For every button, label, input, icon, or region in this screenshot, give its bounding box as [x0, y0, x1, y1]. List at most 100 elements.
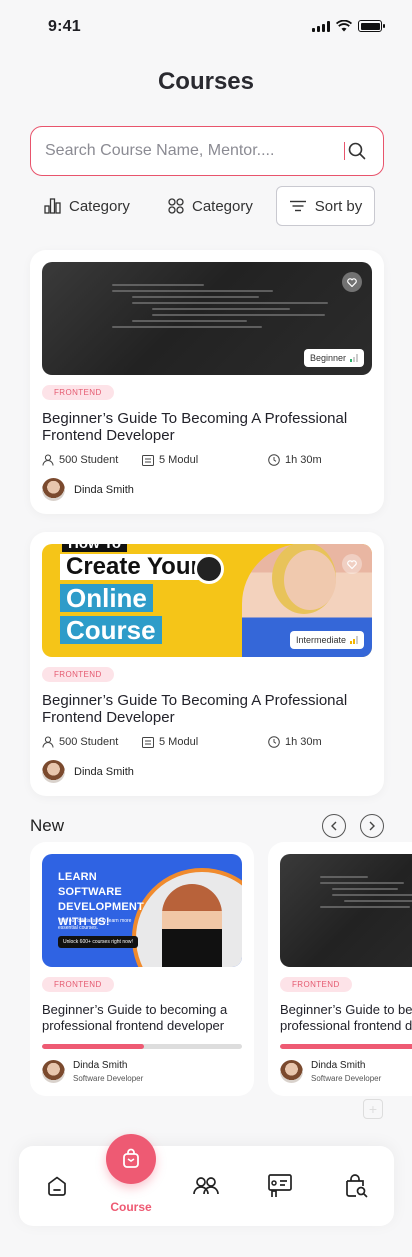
level-label: Intermediate	[295, 635, 346, 645]
avatar	[42, 478, 65, 501]
course-meta: 500 Student 5 Modul 1h 30m	[42, 454, 372, 468]
nav-home-button[interactable]	[43, 1172, 71, 1200]
mentor: Dinda Smith Software Developer	[280, 1060, 381, 1083]
people-icon	[193, 1177, 219, 1195]
duration: 1h 30m	[268, 454, 322, 466]
students-count: 500 Student	[42, 454, 118, 466]
sort-by-label: Sort by	[314, 197, 363, 215]
category-tag: FRONTEND	[280, 977, 352, 992]
new-course-card[interactable]: LEARN SOFTWARE DEVELOPMENT WITH US! Visi…	[30, 842, 254, 1096]
grid-icon	[168, 198, 184, 214]
modules-label: 5 Modul	[159, 736, 199, 748]
status-time: 9:41	[48, 18, 81, 35]
course-card[interactable]: How To Create Your Online Course Interme…	[30, 532, 384, 796]
duration: 1h 30m	[268, 736, 322, 748]
signal-icon	[312, 20, 330, 32]
battery-icon	[358, 20, 385, 32]
category-grid-label: Category	[192, 197, 253, 215]
level-bars-icon	[350, 636, 358, 644]
coffee-cup-illustration	[194, 554, 224, 584]
modules-label: 5 Modul	[159, 454, 199, 466]
level-label: Beginner	[309, 353, 346, 363]
category-grid-button[interactable]: Category	[168, 186, 253, 226]
nav-mentors-button[interactable]	[192, 1172, 220, 1200]
nav-search-button[interactable]	[342, 1172, 370, 1200]
avatar	[42, 1060, 65, 1083]
progress-fill	[280, 1044, 412, 1049]
presentation-board-icon	[268, 1174, 292, 1197]
user-icon	[42, 736, 54, 748]
carousel-prev-button[interactable]	[322, 814, 346, 838]
course-card[interactable]: Beginner FRONTEND Beginner’s Guide To Be…	[30, 250, 384, 514]
page-title: Courses	[157, 68, 255, 95]
home-icon	[48, 1176, 66, 1196]
thumb-text-2: Create Your	[60, 554, 206, 580]
category-filter-label: Category	[69, 197, 130, 215]
chevron-left-icon	[331, 821, 337, 831]
thumb-subtext: Visit our official site to learn more es…	[58, 918, 132, 931]
carousel-next-button[interactable]	[360, 814, 384, 838]
mentor-name: Dinda Smith	[74, 483, 134, 496]
nav-course-label[interactable]: Course	[101, 1200, 161, 1214]
search-input[interactable]	[45, 142, 346, 160]
level-badge: Intermediate	[289, 631, 364, 649]
module-icon	[142, 736, 154, 748]
status-bar: 9:41	[0, 0, 412, 56]
instructor-face	[284, 550, 336, 610]
category-filter-button[interactable]: Category	[44, 186, 130, 226]
new-section-title: New	[30, 816, 65, 835]
new-course-card[interactable]: FRONTEND Beginner’s Guide to becoming a …	[268, 842, 412, 1096]
heart-icon	[347, 277, 357, 287]
nav-classroom-button[interactable]	[266, 1172, 294, 1200]
progress-bar	[42, 1044, 242, 1049]
bottom-nav: Course	[19, 1134, 394, 1226]
progress-bar	[280, 1044, 412, 1049]
search-button[interactable]	[345, 139, 369, 163]
instructor-photo	[162, 884, 222, 967]
duration-label: 1h 30m	[285, 736, 322, 748]
mentor-role: Software Developer	[73, 1074, 144, 1083]
user-icon	[42, 454, 54, 466]
bag-search-icon	[346, 1174, 368, 1198]
status-icons	[312, 20, 385, 32]
filter-row: Category Category Sort by	[30, 186, 384, 226]
modules-count: 5 Modul	[142, 454, 198, 466]
clock-icon	[268, 454, 280, 466]
search-bar[interactable]	[30, 126, 384, 176]
mentor-role: Software Developer	[311, 1074, 382, 1083]
mentor-name: Dinda Smith	[311, 1060, 366, 1071]
favorite-button[interactable]	[342, 554, 362, 574]
code-illustration	[112, 284, 342, 332]
carousel-controls	[322, 814, 384, 838]
course-thumbnail: LEARN SOFTWARE DEVELOPMENT WITH US! Visi…	[42, 854, 242, 967]
mentor-name: Dinda Smith	[74, 765, 134, 778]
nav-course-button[interactable]	[106, 1134, 156, 1184]
sort-by-button[interactable]: Sort by	[276, 186, 375, 226]
category-tag: FRONTEND	[42, 667, 114, 682]
plus-icon: +	[363, 1099, 383, 1119]
course-title[interactable]: Beginner’s Guide to becoming a professio…	[280, 1002, 412, 1034]
mentor-name: Dinda Smith	[73, 1060, 128, 1071]
students-count: 500 Student	[42, 736, 118, 748]
module-icon	[142, 454, 154, 466]
thumb-text-1: How To	[62, 544, 128, 552]
category-tag: FRONTEND	[42, 977, 114, 992]
avatar	[42, 760, 65, 783]
wifi-icon	[336, 20, 352, 32]
thumb-pill: Unlock 600+ courses right now!	[58, 936, 138, 948]
course-thumbnail	[280, 854, 412, 967]
chevron-right-icon	[369, 821, 375, 831]
heart-icon	[347, 559, 357, 569]
course-title[interactable]: Beginner’s Guide To Becoming A Professio…	[42, 692, 372, 726]
course-title[interactable]: Beginner’s Guide to becoming a professio…	[42, 1002, 242, 1034]
avatar	[280, 1060, 303, 1083]
course-title[interactable]: Beginner’s Guide To Becoming A Professio…	[42, 410, 372, 444]
code-illustration	[320, 876, 412, 912]
mentor: Dinda Smith	[42, 760, 134, 783]
duration-label: 1h 30m	[285, 454, 322, 466]
sort-icon	[289, 200, 306, 212]
favorite-button[interactable]	[342, 272, 362, 292]
category-tag: FRONTEND	[42, 385, 114, 400]
students-label: 500 Student	[59, 454, 119, 466]
course-bag-icon	[123, 1148, 139, 1168]
